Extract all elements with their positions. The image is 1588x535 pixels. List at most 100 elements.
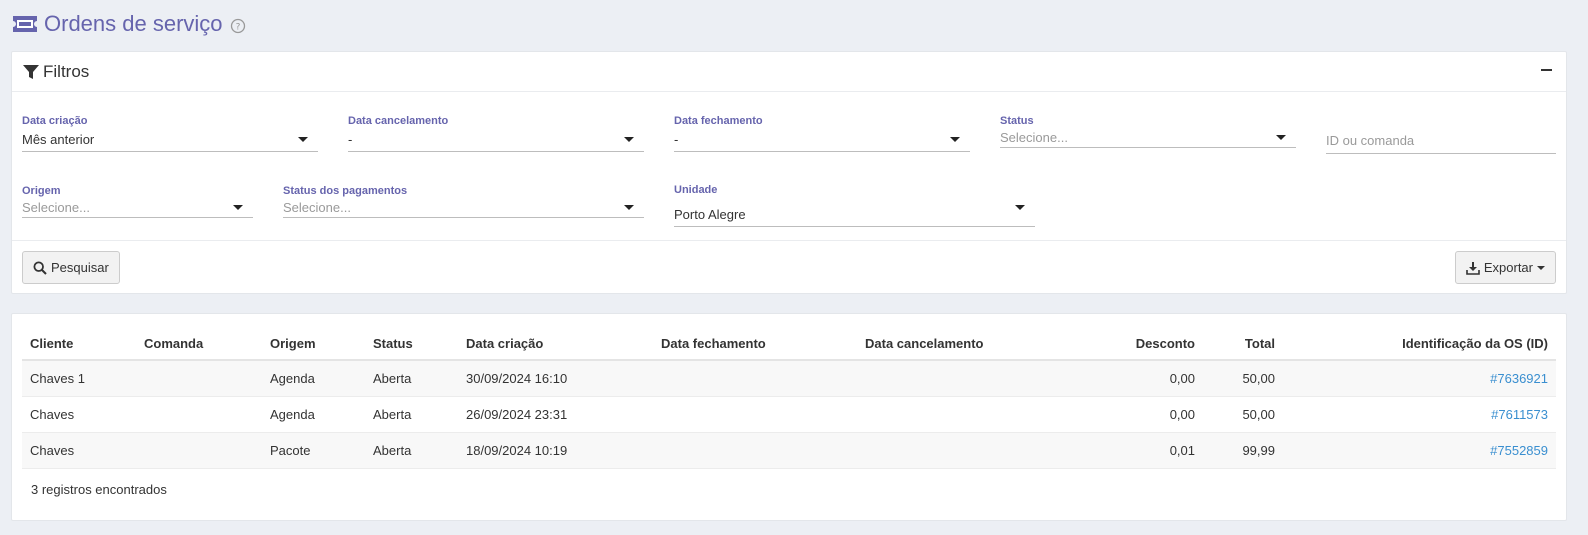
status-pagamentos-placeholder: Selecione...	[283, 200, 351, 215]
divider	[12, 240, 1566, 241]
cell-total: 99,99	[1203, 432, 1283, 469]
cell-total: 50,00	[1203, 396, 1283, 433]
col-data-criacao[interactable]: Data criação	[458, 328, 653, 361]
help-icon[interactable]: ?	[230, 18, 246, 34]
origem-field[interactable]: Origem Selecione...	[22, 184, 253, 218]
filters-panel: Filtros Data criação Mês anterior Data c…	[11, 51, 1567, 294]
data-fechamento-value: -	[674, 132, 679, 147]
origem-select[interactable]: Selecione...	[22, 198, 253, 218]
table-header-row: Cliente Comanda Origem Status Data criaç…	[22, 328, 1556, 361]
status-label: Status	[1000, 115, 1034, 127]
caret-down-icon	[1537, 265, 1545, 270]
col-origem[interactable]: Origem	[262, 328, 365, 361]
cell-origem: Agenda	[262, 396, 365, 433]
data-criacao-select[interactable]: Mês anterior	[22, 128, 318, 152]
data-cancelamento-field[interactable]: Data cancelamento -	[348, 114, 644, 152]
cell-status: Aberta	[365, 432, 458, 469]
col-data-cancelamento[interactable]: Data cancelamento	[857, 328, 1077, 361]
page-header: Ordens de serviço ?	[11, 9, 246, 39]
status-placeholder: Selecione...	[1000, 130, 1068, 145]
cell-data-criacao: 18/09/2024 10:19	[458, 432, 653, 469]
results-panel: Cliente Comanda Origem Status Data criaç…	[11, 313, 1567, 521]
data-criacao-value: Mês anterior	[22, 132, 95, 147]
order-id-link[interactable]: #7611573	[1491, 407, 1548, 422]
cell-cliente: Chaves	[22, 396, 136, 433]
col-status[interactable]: Status	[365, 328, 458, 361]
cell-data-cancelamento	[857, 396, 1077, 433]
cell-data-fechamento	[653, 432, 857, 469]
col-id[interactable]: Identificação da OS (ID)	[1283, 328, 1556, 361]
status-pagamentos-select[interactable]: Selecione...	[283, 198, 644, 218]
cell-total: 50,00	[1203, 360, 1283, 397]
id-comanda-field[interactable]: ID ou comanda	[1326, 128, 1556, 154]
data-criacao-label: Data criação	[22, 115, 88, 127]
unidade-label: Unidade	[674, 184, 718, 196]
download-icon	[1466, 261, 1480, 275]
col-comanda[interactable]: Comanda	[136, 328, 262, 361]
filters-panel-header: Filtros	[12, 52, 1566, 92]
origem-label: Origem	[22, 185, 61, 197]
cell-desconto: 0,00	[1077, 396, 1203, 433]
page-title: Ordens de serviço	[44, 11, 223, 36]
chevron-down-icon	[624, 136, 634, 142]
filters-title: Filtros	[43, 61, 90, 81]
status-pagamentos-field[interactable]: Status dos pagamentos Selecione...	[283, 184, 644, 218]
cell-data-cancelamento	[857, 360, 1077, 397]
col-cliente[interactable]: Cliente	[22, 328, 136, 361]
status-select[interactable]: Selecione...	[1000, 128, 1296, 148]
chevron-down-icon	[950, 136, 960, 142]
order-id-link[interactable]: #7552859	[1490, 443, 1548, 458]
cell-data-fechamento	[653, 360, 857, 397]
search-button-label: Pesquisar	[51, 260, 109, 275]
cell-comanda	[136, 396, 262, 433]
search-icon	[33, 260, 47, 275]
cell-comanda	[136, 360, 262, 397]
data-cancelamento-value: -	[348, 132, 353, 147]
cell-data-criacao: 30/09/2024 16:10	[458, 360, 653, 397]
cell-id: #7552859	[1283, 432, 1556, 469]
col-desconto[interactable]: Desconto	[1077, 328, 1203, 361]
chevron-down-icon	[624, 204, 634, 210]
chevron-down-icon	[298, 136, 308, 142]
cell-data-cancelamento	[857, 432, 1077, 469]
data-fechamento-field[interactable]: Data fechamento -	[674, 114, 970, 152]
search-button[interactable]: Pesquisar	[22, 251, 120, 284]
unidade-field[interactable]: Unidade Porto Alegre	[674, 183, 1035, 227]
cell-data-fechamento	[653, 396, 857, 433]
cell-comanda	[136, 432, 262, 469]
unidade-value: Porto Alegre	[674, 207, 746, 222]
cell-status: Aberta	[365, 360, 458, 397]
orders-table: Cliente Comanda Origem Status Data criaç…	[22, 328, 1556, 469]
status-field[interactable]: Status Selecione...	[1000, 114, 1296, 148]
data-cancelamento-select[interactable]: -	[348, 128, 644, 152]
collapse-icon[interactable]	[1541, 69, 1552, 71]
cell-origem: Agenda	[262, 360, 365, 397]
export-button-label: Exportar	[1483, 260, 1533, 275]
id-comanda-placeholder: ID ou comanda	[1326, 133, 1415, 148]
col-data-fechamento[interactable]: Data fechamento	[653, 328, 857, 361]
chevron-down-icon	[233, 204, 243, 210]
cell-cliente: Chaves 1	[22, 360, 136, 397]
data-fechamento-select[interactable]: -	[674, 128, 970, 152]
unidade-select[interactable]: Porto Alegre	[674, 197, 1035, 227]
table-row[interactable]: Chaves Agenda Aberta 26/09/2024 23:31 0,…	[22, 396, 1556, 433]
cell-desconto: 0,01	[1077, 432, 1203, 469]
chevron-down-icon	[1015, 204, 1025, 210]
records-count: 3 registros encontrados	[31, 482, 167, 497]
svg-text:?: ?	[235, 22, 240, 32]
data-fechamento-label: Data fechamento	[674, 115, 763, 127]
cell-data-criacao: 26/09/2024 23:31	[458, 396, 653, 433]
col-total[interactable]: Total	[1203, 328, 1283, 361]
cell-desconto: 0,00	[1077, 360, 1203, 397]
order-id-link[interactable]: #7636921	[1490, 371, 1548, 386]
table-row[interactable]: Chaves 1 Agenda Aberta 30/09/2024 16:10 …	[22, 360, 1556, 397]
id-comanda-input[interactable]: ID ou comanda	[1326, 128, 1556, 154]
filter-icon	[22, 64, 40, 80]
table-row[interactable]: Chaves Pacote Aberta 18/09/2024 10:19 0,…	[22, 432, 1556, 469]
cell-cliente: Chaves	[22, 432, 136, 469]
data-criacao-field[interactable]: Data criação Mês anterior	[22, 114, 318, 152]
cell-status: Aberta	[365, 396, 458, 433]
export-button[interactable]: Exportar	[1454, 251, 1556, 284]
chevron-down-icon	[1276, 134, 1286, 140]
data-cancelamento-label: Data cancelamento	[348, 115, 449, 127]
